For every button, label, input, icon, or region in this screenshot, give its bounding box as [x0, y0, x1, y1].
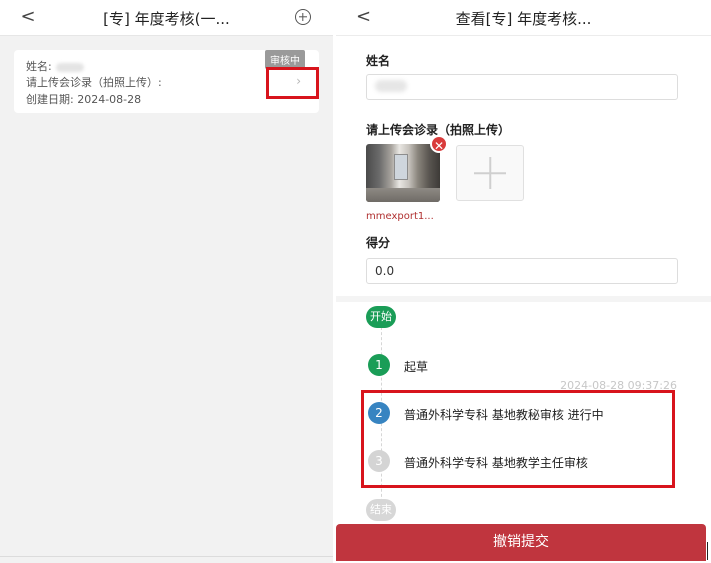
- photo-door-shape: [394, 154, 408, 180]
- cancel-submission-button[interactable]: 撤销提交: [336, 524, 706, 561]
- uploaded-photo-thumbnail[interactable]: [366, 144, 440, 202]
- left-panel: < [专] 年度考核(一... 姓名: 请上传会诊录（拍照上传）: 创建日期: …: [0, 0, 333, 563]
- card-name-row: 姓名:: [26, 58, 84, 74]
- add-photo-button[interactable]: [456, 145, 524, 201]
- date-value: 2024-08-28: [77, 93, 142, 106]
- highlight-box-steps: [361, 390, 675, 488]
- name-field[interactable]: [366, 74, 678, 100]
- text-cursor: [707, 542, 708, 560]
- timeline-step-1-text: 起草: [404, 360, 429, 374]
- right-navbar: < 查看[专] 年度考核...: [336, 0, 711, 36]
- timeline-start-node: 开始: [366, 306, 396, 328]
- card-upload-row: 请上传会诊录（拍照上传）:: [26, 76, 162, 89]
- timeline-end-node: 结束: [366, 499, 396, 521]
- timeline-step-1-node: 1: [368, 354, 390, 376]
- section-separator: [336, 296, 711, 302]
- photo-floor-shape: [366, 188, 440, 202]
- highlight-box-card-arrow: [266, 67, 319, 99]
- name-label: 姓名:: [26, 60, 52, 73]
- delete-photo-close-icon[interactable]: ✕: [430, 135, 448, 153]
- blurred-name-value: [55, 62, 84, 72]
- score-field[interactable]: 0.0: [366, 258, 678, 284]
- date-label: 创建日期:: [26, 93, 74, 106]
- left-navbar: < [专] 年度考核(一...: [0, 0, 333, 36]
- right-panel: < 查看[专] 年度考核... 姓名 请上传会诊录（拍照上传） ✕ mmexpo…: [336, 0, 711, 563]
- blurred-name-value: [375, 80, 407, 92]
- page-title: [专] 年度考核(一...: [103, 10, 230, 28]
- add-plus-circle-icon[interactable]: [295, 9, 311, 25]
- divider: [0, 556, 333, 557]
- photo-file-name[interactable]: mmexport1...: [366, 211, 434, 222]
- detail-page-title: 查看[专] 年度考核...: [455, 10, 592, 28]
- name-field-label: 姓名: [366, 54, 391, 68]
- card-date-row: 创建日期: 2024-08-28: [26, 91, 141, 107]
- score-field-label: 得分: [366, 236, 391, 250]
